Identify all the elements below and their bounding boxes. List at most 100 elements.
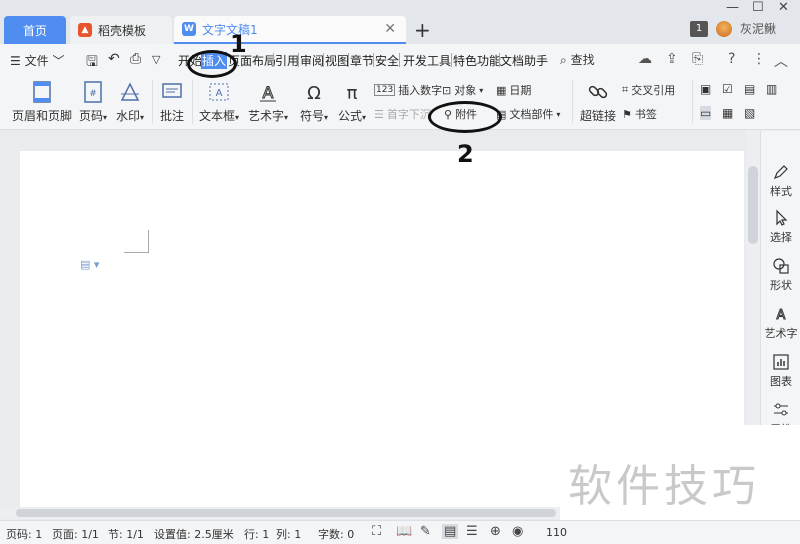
tab-developer[interactable]: 开发工具 bbox=[403, 52, 451, 69]
collaborate-icon[interactable]: ⎘ bbox=[692, 51, 703, 67]
help-icon[interactable]: ? bbox=[728, 51, 735, 67]
username[interactable]: 灰泥鳅 bbox=[740, 20, 776, 37]
tab-references[interactable]: 引用 bbox=[275, 52, 299, 69]
web-view-icon[interactable]: ⊕ bbox=[490, 524, 501, 539]
page-view-icon[interactable]: ▤ bbox=[442, 524, 459, 539]
fullscreen-icon[interactable]: ⛶ bbox=[372, 524, 381, 539]
doc-parts-button[interactable]: ▤ 文档部件 ▾ bbox=[496, 106, 560, 122]
read-mode-icon[interactable]: 📖 bbox=[396, 524, 412, 539]
tab-review[interactable]: 审阅 bbox=[300, 52, 324, 69]
tab-features[interactable]: 特色功能 bbox=[453, 52, 501, 69]
pi-icon: π bbox=[347, 83, 358, 104]
hyperlink-button[interactable]: 超链接 bbox=[578, 80, 618, 124]
status-section[interactable]: 节: 1/1 bbox=[108, 526, 144, 542]
status-page-code[interactable]: 页码: 1 bbox=[6, 526, 42, 542]
svg-text:A: A bbox=[263, 83, 274, 102]
cross-reference-button[interactable]: ⌗ 交叉引用 bbox=[622, 82, 675, 98]
select-panel-button[interactable]: 选择 bbox=[761, 209, 800, 245]
tab-home[interactable]: 首页 bbox=[4, 16, 66, 44]
comment-button[interactable]: 批注 bbox=[156, 80, 188, 124]
ribbon-grid-icon-5[interactable]: ▭ bbox=[700, 106, 712, 120]
search-label: 查找 bbox=[570, 53, 595, 67]
formula-button[interactable]: π 公式▾ bbox=[334, 80, 370, 124]
more-icon[interactable]: ⋮ bbox=[752, 51, 766, 67]
date-label: 日期 bbox=[509, 84, 532, 97]
select-label: 选择 bbox=[770, 231, 792, 244]
file-menu[interactable]: ☰ 文件 ﹀ bbox=[10, 52, 64, 69]
horizontal-scroll-thumb[interactable] bbox=[16, 509, 556, 517]
ribbon-grid-icon-4[interactable]: ▥ bbox=[766, 82, 777, 96]
omega-icon: Ω bbox=[307, 83, 321, 104]
header-footer-button[interactable]: 页眉和页脚 bbox=[12, 80, 72, 124]
annotation-number-2: 2 bbox=[457, 140, 474, 168]
status-setting[interactable]: 设置值: 2.5厘米 bbox=[154, 526, 234, 542]
dropcap-button[interactable]: ☰ 首字下沉 bbox=[374, 106, 431, 122]
vertical-scroll-thumb[interactable] bbox=[748, 166, 758, 244]
symbol-button[interactable]: Ω 符号▾ bbox=[296, 80, 332, 124]
minimize-icon[interactable]: — bbox=[726, 0, 739, 15]
tab-template[interactable]: ▲ 稻壳模板 bbox=[70, 16, 172, 44]
ribbon-grid-icon-3[interactable]: ▤ bbox=[744, 82, 755, 96]
date-button[interactable]: ▦ 日期 bbox=[496, 82, 531, 98]
chart-panel-button[interactable]: 图表 bbox=[761, 353, 800, 389]
print-icon[interactable]: ⎙ bbox=[130, 51, 141, 67]
svg-text:Ω: Ω bbox=[307, 83, 321, 104]
menu-divider bbox=[399, 53, 400, 67]
search-icon: ⌕ bbox=[560, 53, 567, 67]
status-row[interactable]: 行: 1 bbox=[244, 526, 269, 542]
textbox-button[interactable]: A 文本框▾ bbox=[196, 80, 242, 124]
eye-protection-icon[interactable]: ◉ bbox=[512, 524, 523, 539]
status-col[interactable]: 列: 1 bbox=[276, 526, 301, 542]
symbol-label: 符号 bbox=[299, 109, 324, 123]
watermark-button[interactable]: 水印▾ bbox=[112, 80, 148, 124]
tab-doc-assistant[interactable]: 文档助手 bbox=[500, 52, 548, 69]
user-area[interactable]: 1 灰泥鳅 bbox=[690, 20, 776, 37]
bookmark-button[interactable]: ⚑ 书签 bbox=[622, 106, 657, 122]
zoom-level[interactable]: 110 bbox=[546, 526, 567, 539]
svg-text:#: # bbox=[89, 89, 97, 99]
paste-options-icon[interactable]: ▤ ▾ bbox=[80, 258, 99, 271]
window-close-icon[interactable]: ✕ bbox=[778, 0, 789, 15]
undo-icon[interactable]: ↶ bbox=[108, 51, 120, 67]
tab-chapter[interactable]: 章节 bbox=[350, 52, 374, 69]
insert-number-button[interactable]: 123 插入数字 bbox=[374, 82, 442, 98]
formula-label: 公式 bbox=[337, 109, 362, 123]
tab-security[interactable]: 安全 bbox=[375, 52, 399, 69]
collapse-ribbon-icon[interactable]: ︿ bbox=[774, 51, 788, 71]
search-button[interactable]: ⌕ 查找 bbox=[560, 51, 595, 68]
object-button[interactable]: ⊡ 对象 ▾ bbox=[442, 82, 483, 98]
share-icon[interactable]: ⇪ bbox=[666, 51, 678, 67]
wordart-panel-button[interactable]: A 艺术字 bbox=[761, 305, 800, 341]
properties-panel-button[interactable]: 属性 bbox=[761, 401, 800, 425]
maximize-icon[interactable]: ☐ bbox=[752, 0, 764, 15]
styles-panel-button[interactable]: 样式 bbox=[761, 163, 800, 199]
ribbon-grid-icon-1[interactable]: ▣ bbox=[700, 82, 711, 96]
margin-marker bbox=[148, 230, 149, 253]
wordart-button[interactable]: A 艺术字▾ bbox=[246, 80, 290, 124]
cloud-icon[interactable]: ☁ bbox=[638, 51, 652, 67]
status-page[interactable]: 页面: 1/1 bbox=[52, 526, 99, 542]
tab-view[interactable]: 视图 bbox=[325, 52, 349, 69]
object-label: 对象 bbox=[454, 84, 477, 97]
save-icon[interactable]: 🖫 bbox=[86, 51, 98, 75]
tab-template-label: 稻壳模板 bbox=[98, 23, 147, 38]
outline-view-icon[interactable]: ☰ bbox=[466, 524, 478, 539]
close-tab-icon[interactable]: ✕ bbox=[384, 21, 396, 37]
write-mode-icon[interactable]: ✎ bbox=[420, 524, 431, 539]
avatar[interactable] bbox=[716, 20, 732, 37]
new-tab-icon[interactable]: + bbox=[414, 18, 431, 42]
page-number-button[interactable]: # 页码▾ bbox=[76, 80, 110, 124]
status-wordcount[interactable]: 字数: 0 bbox=[318, 526, 354, 542]
comment-label: 批注 bbox=[159, 109, 184, 123]
page-number-icon: # bbox=[84, 81, 102, 103]
shapes-panel-button[interactable]: 形状 bbox=[761, 257, 800, 293]
notification-badge[interactable]: 1 bbox=[690, 20, 708, 37]
ribbon-grid-icon-6[interactable]: ▦ bbox=[722, 106, 733, 120]
chart-icon bbox=[773, 354, 789, 370]
ribbon-grid-icon-7[interactable]: ▧ bbox=[744, 106, 755, 120]
tab-document[interactable]: W 文字文稿1 ✕ bbox=[174, 16, 406, 44]
bookmark-label: 书签 bbox=[634, 108, 657, 121]
ribbon-grid-icon-2[interactable]: ☑ bbox=[722, 82, 733, 96]
more-quick-icon[interactable]: ▽ bbox=[152, 53, 160, 66]
header-footer-label: 页眉和页脚 bbox=[12, 109, 73, 123]
